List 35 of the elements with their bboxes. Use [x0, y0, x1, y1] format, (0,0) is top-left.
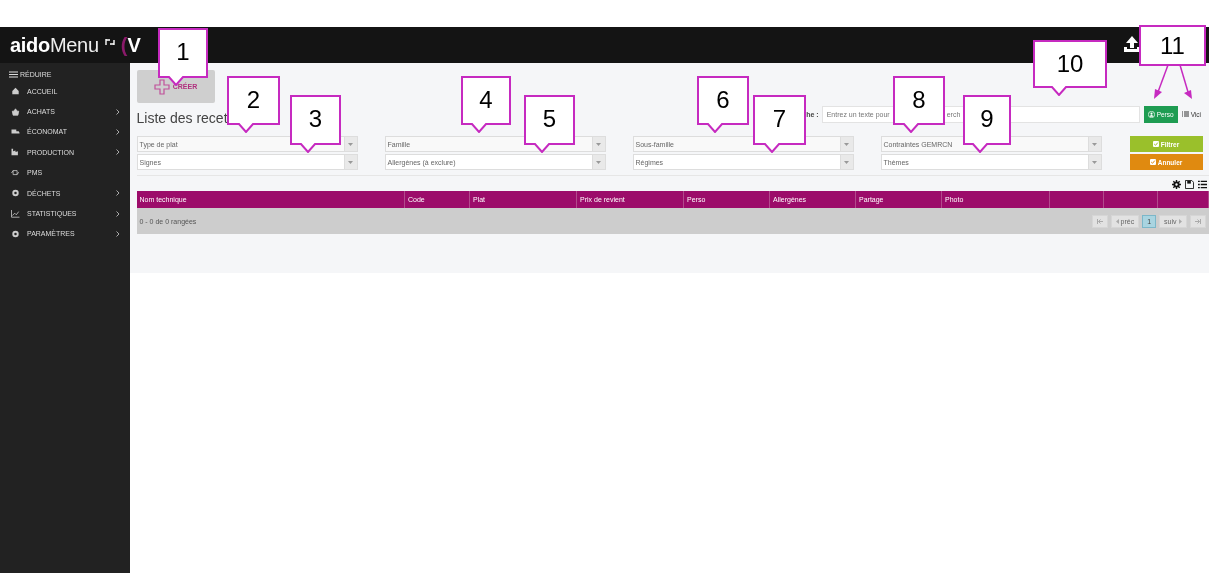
caret-icon: [1178, 218, 1182, 224]
caret-icon: [844, 142, 849, 146]
callout-label: 3: [290, 95, 341, 153]
caret-icon: [1092, 160, 1097, 164]
version-label: (V: [120, 33, 141, 57]
caret-icon: [1092, 142, 1097, 146]
caret-icon: [348, 142, 353, 146]
caret-icon: [348, 160, 353, 164]
menu-icon[interactable]: [9, 70, 18, 78]
caret-icon: [596, 160, 601, 164]
caret-icon: [596, 142, 601, 146]
checkbox-icon: [1152, 141, 1159, 147]
factory-icon: [11, 148, 20, 157]
last-page-icon: [1194, 218, 1201, 224]
home-icon: [11, 87, 20, 96]
callout-label: 7: [753, 95, 806, 153]
pointer-arrow: [1154, 64, 1169, 99]
page-title: Liste des recet: [136, 110, 228, 126]
user-icon: [1147, 110, 1155, 118]
save-icon[interactable]: [1185, 180, 1194, 189]
basket-icon: [11, 107, 20, 116]
callout-label: 11: [1139, 25, 1206, 66]
caret-icon: [1115, 218, 1119, 224]
truck-icon: [11, 127, 20, 136]
callout-label: 5: [524, 95, 575, 153]
pointer-arrow: [1179, 64, 1192, 99]
upload-icon[interactable]: [1123, 35, 1141, 53]
callout-label: 9: [963, 95, 1011, 153]
app-logo: aidoMenu: [10, 33, 99, 57]
checkbox-icon: [1149, 159, 1156, 165]
first-page-icon: [1096, 218, 1103, 224]
swap-icon[interactable]: [104, 38, 115, 46]
plus-icon: [153, 78, 170, 95]
chart-icon: [11, 209, 20, 218]
caret-icon: [844, 160, 849, 164]
